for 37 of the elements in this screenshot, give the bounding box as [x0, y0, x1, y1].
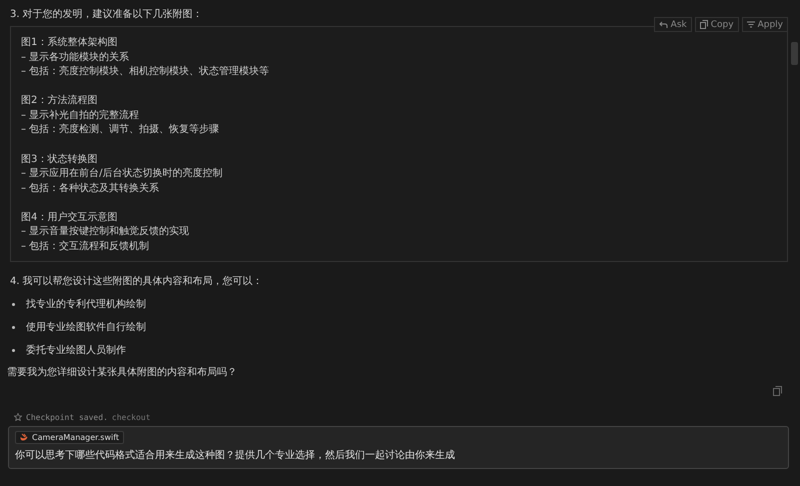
file-name: CameraManager.swift: [32, 432, 120, 442]
star-icon: [14, 413, 22, 422]
code-line: – 显示音量按键控制和触觉反馈的实现: [21, 225, 190, 240]
section-heading: 3. 对于您的发明，建议准备以下几张附图：: [10, 8, 204, 22]
chat-input[interactable]: CameraManager.swift 你可以思考下哪些代码格式适合用来生成这种图？提供几个专业选择，然后我们一起讨论由你来生成: [8, 426, 789, 470]
checkpoint-text: Checkpoint saved.: [26, 412, 108, 422]
code-line: 图4：用户交互示意图: [21, 210, 118, 225]
reply-icon: [658, 20, 668, 28]
scrollbar-thumb[interactable]: [791, 42, 798, 65]
swift-icon: [20, 433, 28, 442]
question-text: 需要我为您详细设计某张具体附图的内容和布局吗？: [7, 366, 238, 380]
ask-button[interactable]: Ask: [654, 17, 692, 32]
file-chip[interactable]: CameraManager.swift: [15, 430, 124, 444]
code-line: – 包括：亮度控制模块、相机控制模块、状态管理模块等: [21, 65, 270, 80]
copy-icon: [700, 20, 708, 29]
input-text: 你可以思考下哪些代码格式适合用来生成这种图？提供几个专业选择，然后我们一起讨论由你来生成: [15, 448, 456, 462]
bullet-icon: [12, 348, 15, 352]
code-line: – 包括：交互流程和反馈机制: [21, 240, 150, 254]
code-line: 图2：方法流程图: [21, 94, 98, 108]
code-line: – 显示应用在前台/后台状态切换时的亮度控制: [21, 167, 224, 182]
bullet-icon: [12, 302, 15, 306]
code-line: 图3：状态转换图: [21, 152, 98, 167]
bullet-text: 使用专业绘图软件自行绘制: [26, 320, 146, 334]
section-heading: 4. 我可以帮您设计这些附图的具体内容和布局，您可以：: [10, 274, 264, 289]
copy-button[interactable]: Copy: [694, 17, 739, 32]
filter-icon: [746, 21, 755, 28]
code-line: – 包括：亮度检测、调节、拍摄、恢复等步骤: [21, 123, 220, 138]
code-line: – 包括：各种状态及其转换关系: [21, 182, 160, 196]
copy-icon[interactable]: [773, 386, 782, 396]
apply-button[interactable]: Apply: [742, 17, 788, 32]
code-line: 图1：系统整体架构图: [21, 36, 118, 50]
bullet-icon: [12, 326, 15, 329]
code-line: – 显示各功能模块的关系: [21, 50, 130, 65]
checkout-link[interactable]: checkout: [112, 412, 150, 422]
code-line: – 显示补光自拍的完整流程: [21, 108, 140, 123]
bullet-text: 委托专业绘图人员制作: [26, 344, 126, 358]
bullet-text: 找专业的专利代理机构绘制: [26, 298, 146, 312]
